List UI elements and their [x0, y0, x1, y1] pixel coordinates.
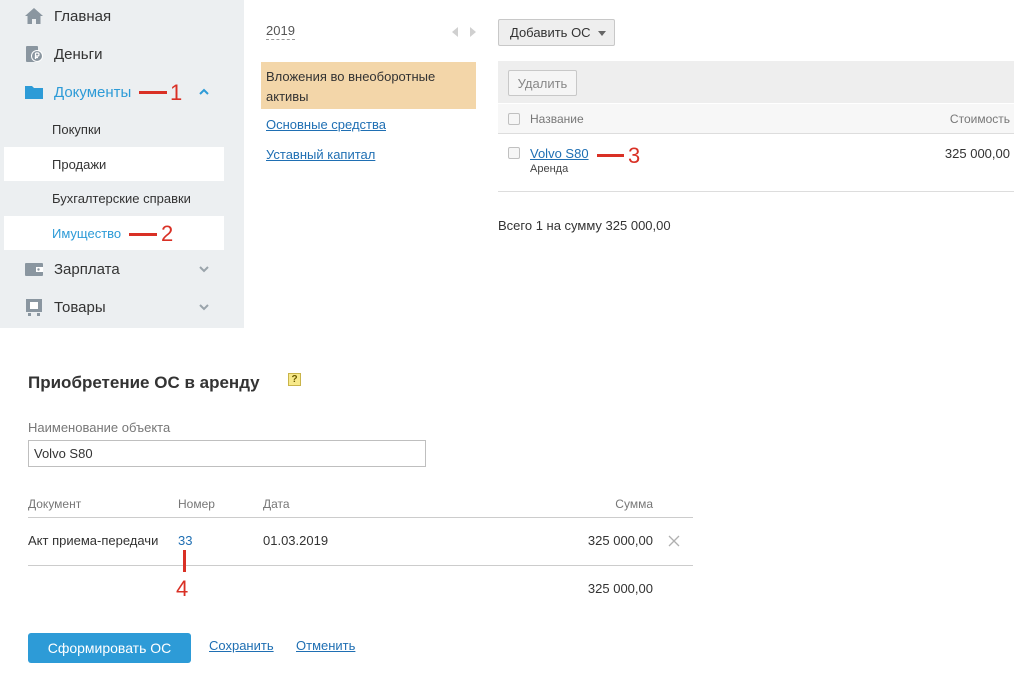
sub-item-label: Имущество — [52, 225, 122, 241]
annotation-number: 1 — [170, 80, 183, 105]
annotation-number: 2 — [161, 221, 174, 246]
select-all-checkbox[interactable] — [508, 113, 520, 125]
column-name-header: Название — [530, 112, 584, 126]
asset-type-label: Аренда — [530, 163, 569, 175]
asset-link-volvo[interactable]: Volvo S80 — [530, 146, 589, 161]
money-icon — [26, 46, 43, 62]
annotation-line — [183, 550, 186, 572]
column-date-header: Дата — [263, 497, 290, 511]
nav-item-documents[interactable]: Документы — [0, 74, 244, 110]
year-arrows-icon[interactable] — [450, 26, 480, 38]
nav-item-salary[interactable]: Зарплата — [0, 251, 244, 287]
nav-item-label: Главная — [54, 7, 112, 25]
column-document-header: Документ — [28, 497, 82, 511]
table-divider — [28, 517, 693, 518]
add-fixed-asset-button[interactable]: Добавить ОС — [498, 19, 615, 46]
table-divider — [28, 565, 693, 566]
sub-item-accounting-certificates[interactable]: Бухгалтерские справки — [4, 181, 224, 215]
delete-button[interactable]: Удалить — [508, 70, 577, 96]
sub-item-label: Покупки — [52, 121, 101, 137]
nav-item-money[interactable]: Деньги — [0, 36, 244, 72]
chevron-down-icon[interactable] — [197, 262, 211, 276]
remove-row-icon[interactable] — [668, 535, 680, 547]
row-divider — [498, 191, 1014, 192]
dropdown-caret-icon — [598, 31, 606, 36]
annotation-line — [139, 91, 167, 94]
chevron-down-icon[interactable] — [197, 300, 211, 314]
wallet-icon — [25, 263, 43, 276]
sidebar: Главная Деньги Документы Покупки Продажи… — [0, 0, 244, 328]
annotation-line — [129, 233, 157, 236]
nav-item-label: Документы — [54, 83, 132, 101]
category-authorized-capital-link[interactable]: Уставный капитал — [266, 147, 375, 162]
document-type: Акт приема-передачи — [28, 533, 159, 548]
object-name-label: Наименование объекта — [28, 420, 171, 435]
assets-total: Всего 1 на сумму 325 000,00 — [498, 218, 671, 233]
nav-item-label: Зарплата — [54, 260, 120, 278]
annotation-number: 4 — [176, 576, 189, 601]
cart-icon — [26, 299, 42, 316]
save-link[interactable]: Сохранить — [209, 638, 274, 653]
sub-item-property[interactable]: Имущество — [4, 216, 224, 250]
annotation-line — [597, 154, 624, 157]
folder-icon — [25, 86, 43, 99]
document-sum: 325 000,00 — [587, 533, 653, 548]
column-number-header: Номер — [178, 497, 215, 511]
sub-item-sales[interactable]: Продажи — [4, 147, 224, 181]
nav-item-goods[interactable]: Товары — [0, 289, 244, 325]
create-fixed-asset-button[interactable]: Сформировать ОС — [28, 633, 191, 663]
category-noncurrent-assets[interactable]: Вложения во внеоборотные активы — [261, 62, 476, 109]
chevron-up-icon[interactable] — [197, 85, 211, 99]
row-checkbox[interactable] — [508, 147, 520, 159]
cancel-link[interactable]: Отменить — [296, 638, 355, 653]
add-fixed-asset-label: Добавить ОС — [510, 25, 591, 40]
sub-item-label: Бухгалтерские справки — [52, 190, 191, 206]
nav-item-label: Товары — [54, 298, 106, 316]
year-selector[interactable]: 2019 — [266, 23, 295, 40]
category-fixed-assets-link[interactable]: Основные средства — [266, 117, 386, 132]
home-icon — [25, 8, 43, 24]
document-date: 01.03.2019 — [263, 533, 329, 548]
sub-item-label: Продажи — [52, 156, 107, 172]
asset-cost: 325 000,00 — [944, 146, 1010, 161]
sub-item-purchases[interactable]: Покупки — [4, 112, 224, 146]
nav-item-label: Деньги — [54, 45, 103, 63]
object-name-input[interactable] — [28, 440, 426, 467]
table-header: Название Стоимость — [498, 104, 1014, 134]
form-title: Приобретение ОС в аренду — [28, 373, 260, 392]
nav-item-home[interactable]: Главная — [0, 0, 244, 34]
column-sum-header: Сумма — [615, 497, 653, 511]
annotation-number: 3 — [628, 143, 641, 168]
document-total: 325 000,00 — [587, 581, 653, 596]
help-icon[interactable]: ? — [288, 373, 301, 386]
document-number-link[interactable]: 33 — [178, 533, 192, 548]
column-cost-header: Стоимость — [949, 112, 1010, 126]
